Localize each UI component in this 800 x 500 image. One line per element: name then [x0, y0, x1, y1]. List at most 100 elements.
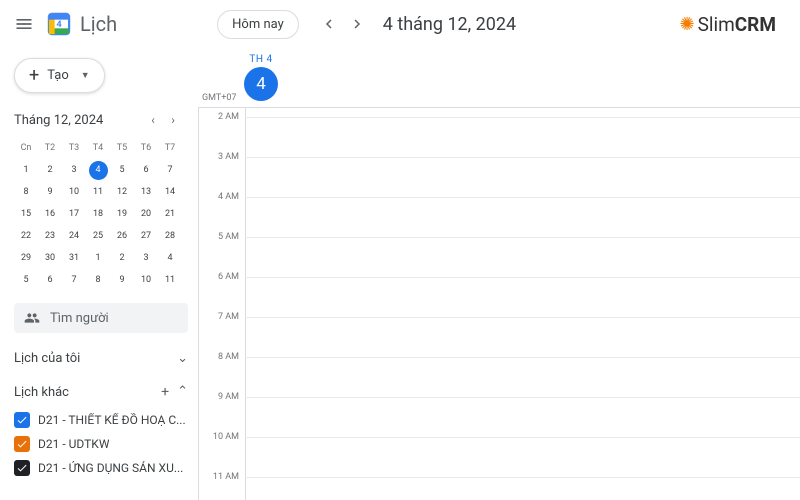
mini-dow-cell: T4 [86, 137, 110, 159]
day-grid[interactable]: 1 AM2 AM3 AM4 AM5 AM6 AM7 AM8 AM9 AM10 A… [198, 108, 800, 500]
mini-day-cell[interactable]: 23 [38, 225, 62, 247]
other-calendars-label: Lịch khác [14, 385, 69, 400]
mini-day-cell[interactable]: 4 [158, 247, 182, 269]
mini-day-cell[interactable]: 2 [38, 159, 62, 181]
mini-day-cell[interactable]: 11 [86, 181, 110, 203]
other-calendars-header[interactable]: Lịch khác + ⌃ [14, 384, 188, 400]
mini-day-cell[interactable]: 7 [62, 269, 86, 291]
timezone-label: GMT+07 [202, 93, 236, 103]
mini-day-cell[interactable]: 13 [134, 181, 158, 203]
calendar-checkbox[interactable] [14, 436, 30, 452]
mini-day-cell[interactable]: 19 [110, 203, 134, 225]
mini-day-cell[interactable]: 14 [158, 181, 182, 203]
brand-label: ✺ SlimCRM [679, 13, 788, 36]
mini-dow-cell: T7 [158, 137, 182, 159]
hour-label: 2 AM [199, 112, 245, 152]
calendar-list-label: D21 - ỨNG DỤNG SẢN XU... [38, 461, 183, 475]
day-of-week-label: TH 4 [249, 54, 272, 65]
hour-cell[interactable] [245, 358, 800, 398]
mini-day-cell[interactable]: 3 [134, 247, 158, 269]
my-calendars-header[interactable]: Lịch của tôi ⌄ [14, 351, 188, 366]
calendar-checkbox[interactable] [14, 460, 30, 476]
mini-day-cell[interactable]: 11 [158, 269, 182, 291]
calendar-list-item[interactable]: D21 - UDTKW [14, 432, 188, 456]
mini-day-cell[interactable]: 1 [14, 159, 38, 181]
hour-cell[interactable] [245, 318, 800, 358]
calendar-list-label: D21 - THIẾT KẾ ĐỒ HOẠ C... [38, 413, 186, 427]
calendar-checkbox[interactable] [14, 412, 30, 428]
mini-day-cell[interactable]: 15 [14, 203, 38, 225]
mini-day-cell[interactable]: 12 [110, 181, 134, 203]
brand-prefix: Slim [698, 13, 735, 36]
calendar-list-label: D21 - UDTKW [38, 437, 109, 451]
mini-day-cell[interactable]: 6 [134, 159, 158, 181]
chevron-down-icon: ⌄ [177, 351, 188, 366]
gear-icon: ✺ [679, 14, 694, 35]
mini-day-cell[interactable]: 7 [158, 159, 182, 181]
mini-day-cell[interactable]: 6 [38, 269, 62, 291]
mini-dow-cell: T6 [134, 137, 158, 159]
mini-day-cell[interactable]: 10 [134, 269, 158, 291]
mini-day-cell[interactable]: 17 [62, 203, 86, 225]
calendar-logo: 4 [46, 11, 72, 37]
mini-day-cell[interactable]: 27 [134, 225, 158, 247]
day-number-circle: 4 [244, 67, 278, 101]
mini-day-cell[interactable]: 8 [86, 269, 110, 291]
mini-dow-cell: T5 [110, 137, 134, 159]
hour-cell[interactable] [245, 238, 800, 278]
mini-day-cell[interactable]: 3 [62, 159, 86, 181]
mini-day-cell[interactable]: 9 [110, 269, 134, 291]
hour-cell[interactable] [245, 158, 800, 198]
search-people-input[interactable]: Tìm người [14, 303, 188, 333]
mini-dow-cell: T3 [62, 137, 86, 159]
mini-day-cell[interactable]: 2 [110, 247, 134, 269]
mini-day-cell[interactable]: 5 [110, 159, 134, 181]
next-day-button[interactable] [343, 10, 371, 38]
mini-next-month[interactable]: › [164, 111, 182, 129]
mini-day-cell[interactable]: 25 [86, 225, 110, 247]
prev-day-button[interactable] [315, 10, 343, 38]
mini-day-cell[interactable]: 16 [38, 203, 62, 225]
mini-day-cell[interactable]: 24 [62, 225, 86, 247]
date-range-title: 4 tháng 12, 2024 [383, 14, 516, 35]
hour-label: 11 AM [199, 472, 245, 500]
dropdown-triangle-icon: ▼ [81, 70, 90, 81]
hour-cell[interactable] [245, 108, 800, 118]
mini-day-cell[interactable]: 30 [38, 247, 62, 269]
mini-day-cell[interactable]: 9 [38, 181, 62, 203]
mini-day-cell[interactable]: 31 [62, 247, 86, 269]
mini-day-cell[interactable]: 22 [14, 225, 38, 247]
mini-day-cell[interactable]: 20 [134, 203, 158, 225]
mini-day-cell[interactable]: 29 [14, 247, 38, 269]
mini-day-cell[interactable]: 28 [158, 225, 182, 247]
hour-label: 5 AM [199, 232, 245, 272]
hour-cell[interactable] [245, 438, 800, 478]
hour-label: 6 AM [199, 272, 245, 312]
mini-day-cell[interactable]: 21 [158, 203, 182, 225]
hour-cell[interactable] [245, 478, 800, 500]
hour-cell[interactable] [245, 118, 800, 158]
plus-icon: + [29, 69, 39, 83]
hour-cell[interactable] [245, 198, 800, 238]
mini-day-cell[interactable]: 1 [86, 247, 110, 269]
mini-day-cell[interactable]: 5 [14, 269, 38, 291]
mini-prev-month[interactable]: ‹ [144, 111, 162, 129]
hour-label: 7 AM [199, 312, 245, 352]
create-button[interactable]: + Tạo ▼ [14, 58, 105, 93]
app-title: Lịch [80, 12, 117, 36]
mini-day-cell[interactable]: 10 [62, 181, 86, 203]
mini-day-cell[interactable]: 8 [14, 181, 38, 203]
calendar-list-item[interactable]: D21 - THIẾT KẾ ĐỒ HOẠ C... [14, 408, 188, 432]
day-column-header[interactable]: TH 4 4 [244, 54, 278, 101]
hour-cell[interactable] [245, 278, 800, 318]
chevron-up-icon: ⌃ [177, 384, 188, 400]
add-calendar-button[interactable]: + [161, 384, 169, 400]
main-menu-button[interactable] [12, 12, 36, 36]
mini-day-cell[interactable]: 4 [86, 159, 110, 181]
mini-day-cell[interactable]: 18 [86, 203, 110, 225]
hour-cell[interactable] [245, 398, 800, 438]
today-button[interactable]: Hôm nay [217, 10, 299, 39]
svg-text:4: 4 [56, 19, 62, 30]
calendar-list-item[interactable]: D21 - ỨNG DỤNG SẢN XU... [14, 456, 188, 480]
mini-day-cell[interactable]: 26 [110, 225, 134, 247]
